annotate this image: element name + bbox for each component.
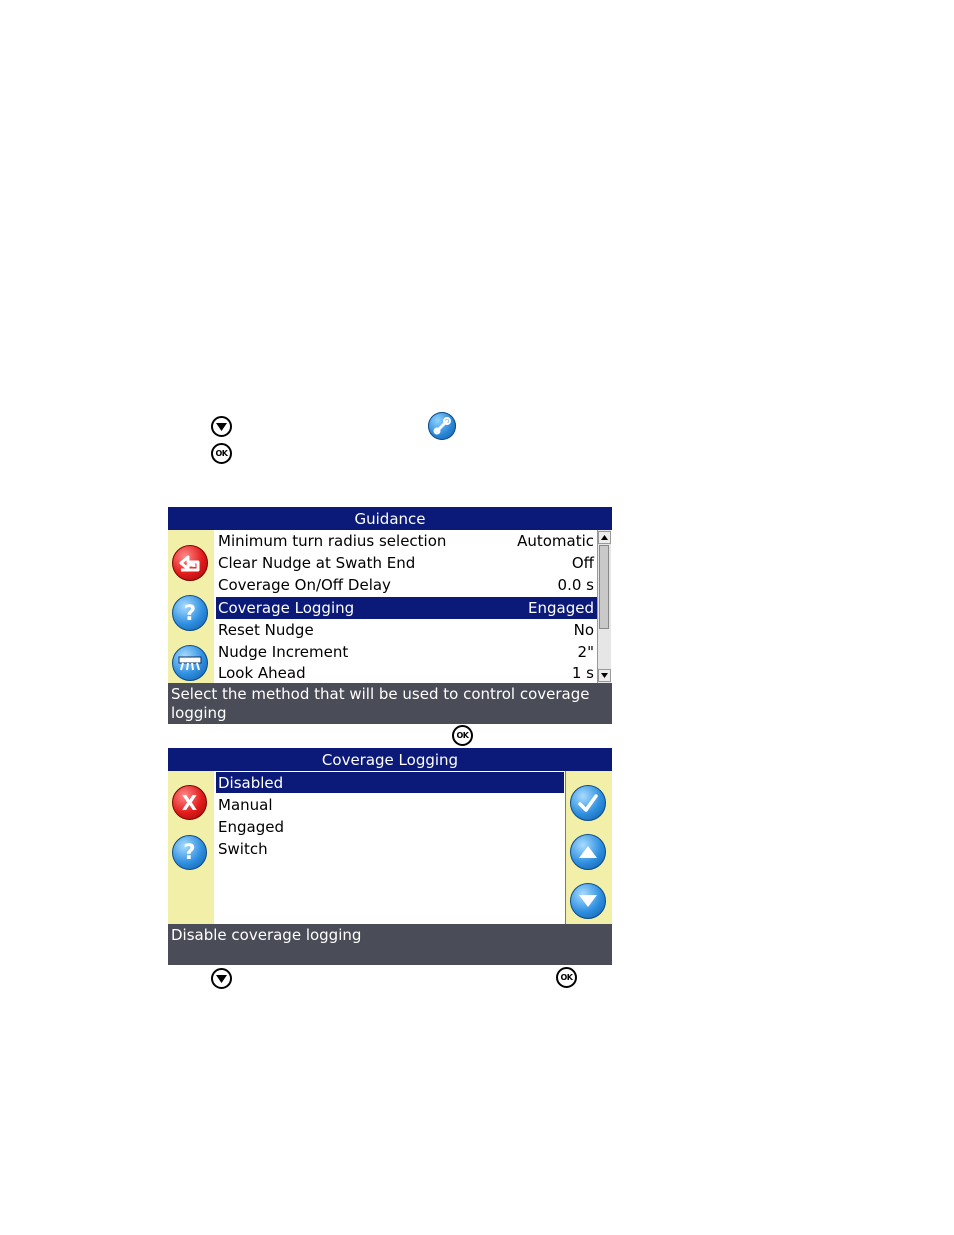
back-button[interactable]: [172, 545, 208, 581]
list-item[interactable]: Engaged: [216, 816, 564, 838]
help-button[interactable]: ?: [172, 835, 207, 870]
cancel-x-icon: X: [181, 790, 198, 815]
up-arrow-icon: [579, 846, 597, 858]
checkmark-icon: [578, 794, 598, 812]
down-button[interactable]: [570, 883, 606, 919]
scroll-up-arrow-icon[interactable]: [598, 531, 611, 544]
ok-key-icon: OK: [452, 725, 473, 746]
accept-button[interactable]: [570, 785, 606, 821]
help-icon: ?: [183, 600, 197, 625]
cancel-button[interactable]: X: [172, 785, 207, 820]
help-button[interactable]: ?: [172, 595, 208, 631]
down-arrow-icon: [579, 895, 597, 907]
list-item[interactable]: Reset Nudge No: [216, 619, 597, 641]
wrench-icon: [428, 412, 456, 440]
list-item-selected[interactable]: Coverage Logging Engaged: [216, 597, 597, 619]
list-item[interactable]: Look Ahead 1 s: [216, 664, 597, 683]
options-list: Disabled Manual Engaged Switch: [214, 771, 566, 924]
list-item[interactable]: Nudge Increment 2": [216, 641, 597, 663]
implement-icon: [178, 656, 202, 671]
info-bar: Select the method that will be used to c…: [168, 683, 612, 724]
scrollbar-thumb[interactable]: [599, 545, 609, 629]
list-item[interactable]: Coverage On/Off Delay 0.0 s: [216, 574, 597, 596]
screen-title: Coverage Logging: [168, 748, 612, 771]
list-item[interactable]: Clear Nudge at Swath End Off: [216, 552, 597, 574]
list-item[interactable]: Minimum turn radius selection Automatic: [216, 530, 597, 552]
scroll-down-arrow-icon[interactable]: [598, 669, 611, 682]
left-button-bar: ?: [168, 530, 214, 683]
down-key-icon: [211, 416, 232, 437]
screen-title: Guidance: [168, 507, 612, 530]
back-arrow-icon: [179, 555, 200, 572]
coverage-logging-screen: Coverage Logging X ? Disabled Manual Eng…: [168, 748, 612, 965]
info-bar: Disable coverage logging: [168, 924, 612, 965]
guidance-screen: Guidance ? Minimum turn radius selection…: [168, 507, 612, 724]
help-icon: ?: [183, 840, 196, 864]
scrollbar[interactable]: [597, 530, 611, 683]
settings-list: Minimum turn radius selection Automatic …: [214, 530, 612, 683]
list-item[interactable]: Switch: [216, 838, 564, 860]
down-key-icon: [211, 968, 232, 989]
up-button[interactable]: [570, 834, 606, 870]
left-button-bar: X ?: [168, 771, 214, 924]
list-item-selected[interactable]: Disabled: [216, 772, 564, 793]
ok-key-icon: OK: [211, 443, 232, 464]
list-item[interactable]: Manual: [216, 794, 564, 816]
implement-button[interactable]: [172, 645, 208, 681]
right-button-bar: [566, 771, 612, 924]
ok-key-icon: OK: [556, 967, 577, 988]
